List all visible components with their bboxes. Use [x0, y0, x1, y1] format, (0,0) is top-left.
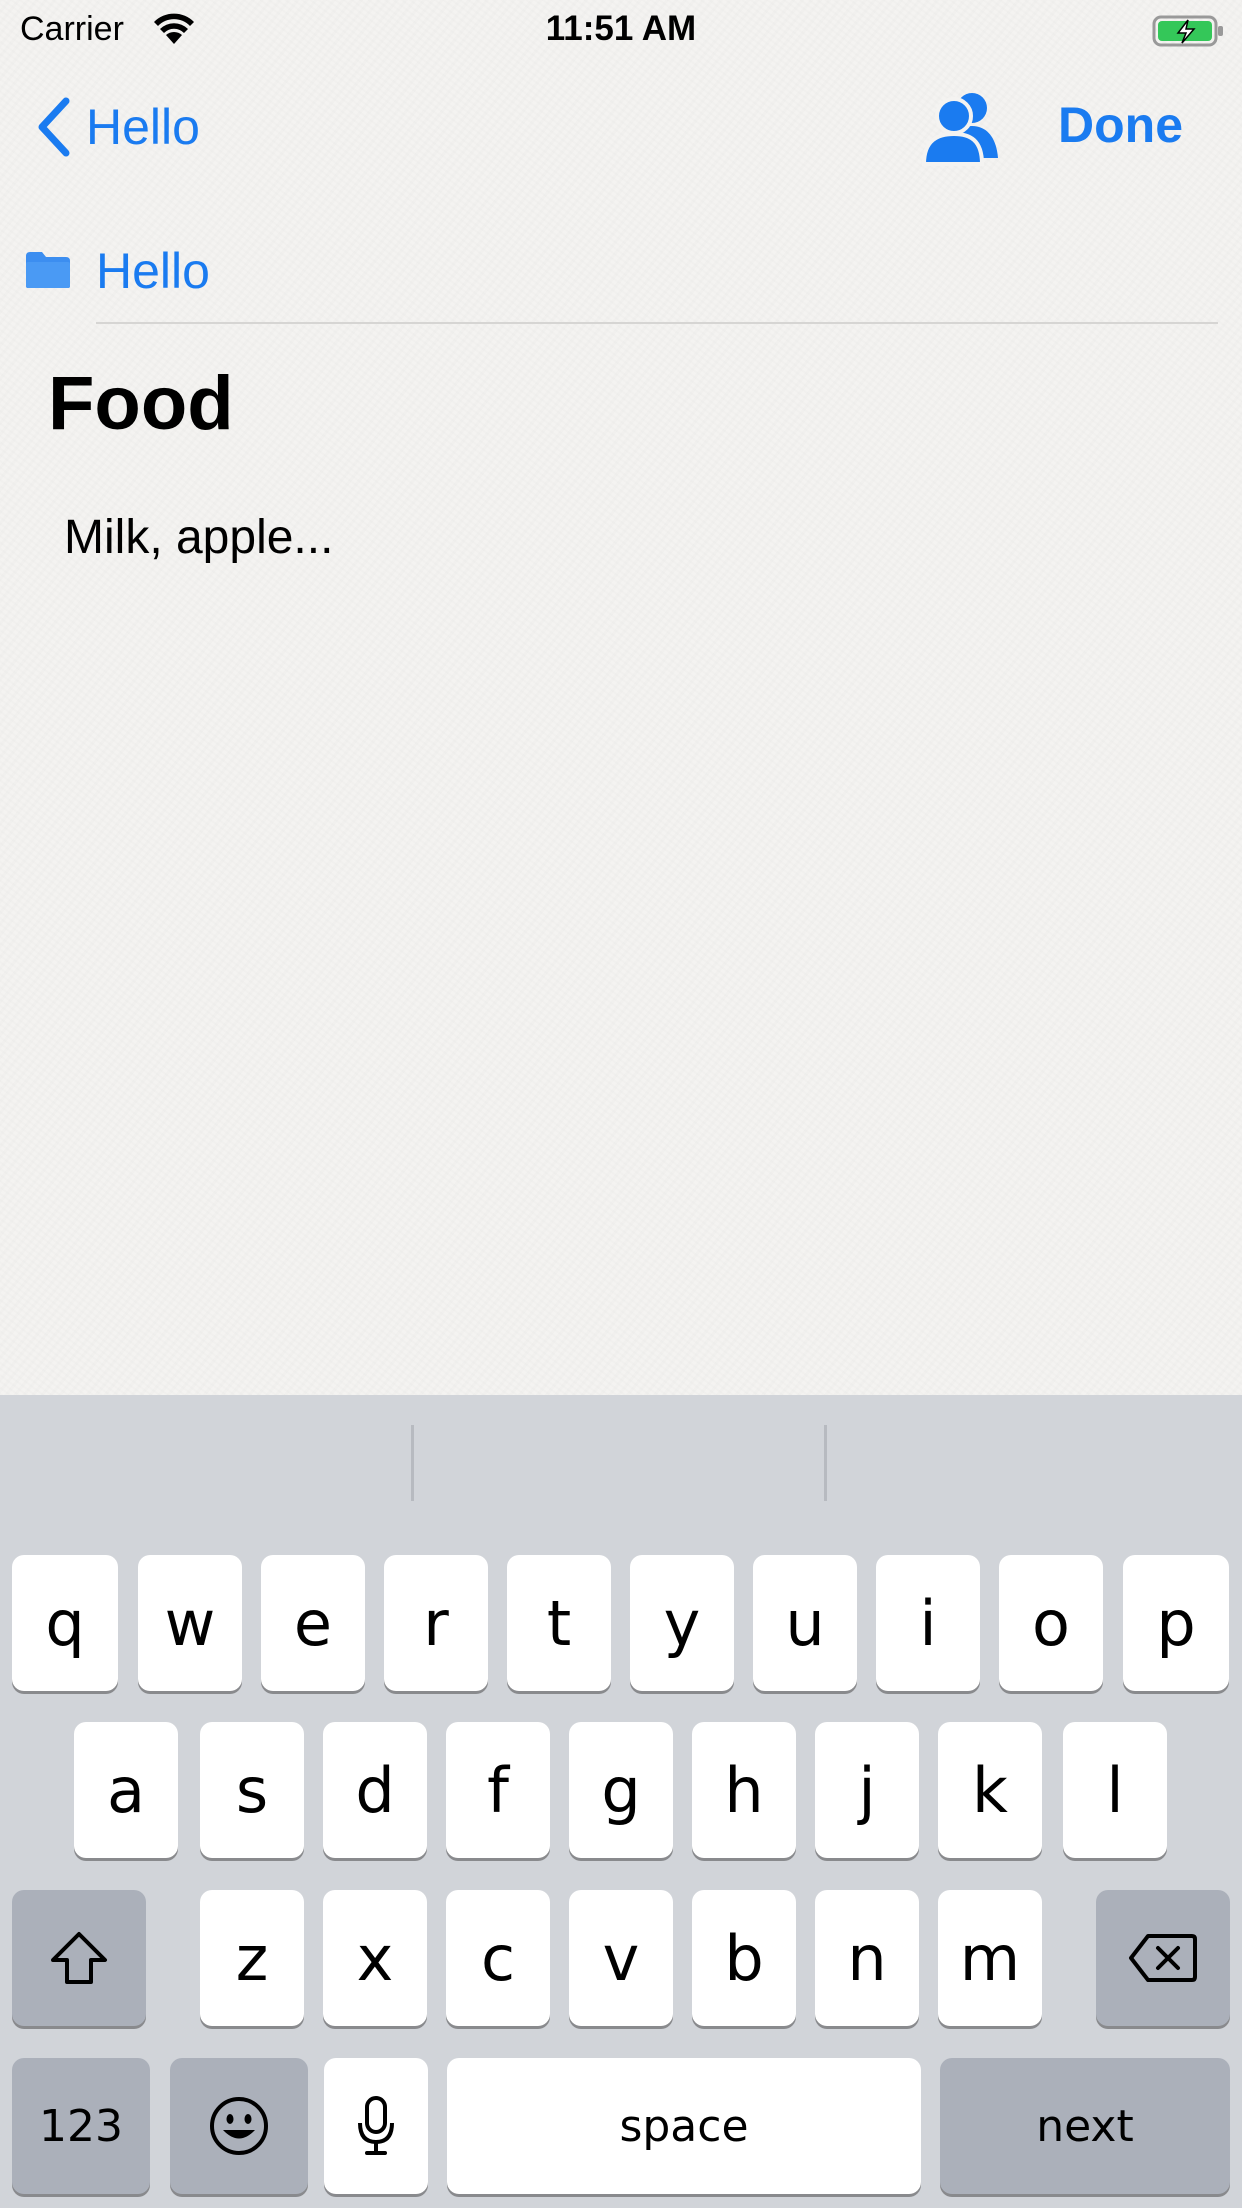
- key-r[interactable]: r: [384, 1555, 488, 1691]
- back-button[interactable]: Hello: [34, 92, 200, 162]
- key-n[interactable]: n: [815, 1890, 919, 2026]
- shift-key[interactable]: [12, 1890, 146, 2026]
- divider: [96, 322, 1218, 324]
- key-e[interactable]: e: [261, 1555, 365, 1691]
- note-body[interactable]: Milk, apple...: [64, 510, 333, 565]
- key-a[interactable]: a: [74, 1722, 178, 1858]
- key-h[interactable]: h: [692, 1722, 796, 1858]
- key-f[interactable]: f: [446, 1722, 550, 1858]
- key-l[interactable]: l: [1063, 1722, 1167, 1858]
- add-people-icon[interactable]: [920, 86, 1002, 166]
- key-v[interactable]: v: [569, 1890, 673, 2026]
- key-u[interactable]: u: [753, 1555, 857, 1691]
- key-t[interactable]: t: [507, 1555, 611, 1691]
- key-d[interactable]: d: [323, 1722, 427, 1858]
- key-g[interactable]: g: [569, 1722, 673, 1858]
- folder-link[interactable]: Hello: [96, 242, 210, 300]
- space-key[interactable]: space: [447, 2058, 921, 2194]
- key-x[interactable]: x: [323, 1890, 427, 2026]
- key-c[interactable]: c: [446, 1890, 550, 2026]
- key-b[interactable]: b: [692, 1890, 796, 2026]
- key-j[interactable]: j: [815, 1722, 919, 1858]
- shift-arrow-icon: [51, 1932, 107, 1984]
- key-w[interactable]: w: [138, 1555, 242, 1691]
- back-button-label: Hello: [86, 99, 200, 155]
- status-time: 11:51 AM: [545, 9, 697, 48]
- suggestion-divider: [824, 1425, 827, 1501]
- key-y[interactable]: y: [630, 1555, 734, 1691]
- key-z[interactable]: z: [200, 1890, 304, 2026]
- suggestion-divider: [411, 1425, 414, 1501]
- status-bar: Carrier 11:51 AM: [0, 0, 1242, 62]
- keyboard: q w e r t y u i o p a s d f g h j k l z …: [0, 1395, 1242, 2208]
- key-o[interactable]: o: [999, 1555, 1103, 1691]
- dictation-key[interactable]: [324, 2058, 428, 2194]
- delete-key[interactable]: [1096, 1890, 1230, 2026]
- backspace-icon: [1129, 1934, 1197, 1982]
- key-k[interactable]: k: [938, 1722, 1042, 1858]
- return-key[interactable]: next: [940, 2058, 1230, 2194]
- done-button[interactable]: Done: [1058, 96, 1183, 154]
- key-i[interactable]: i: [876, 1555, 980, 1691]
- folder-icon: [26, 252, 70, 288]
- chevron-left-icon: [38, 97, 70, 157]
- microphone-icon: [358, 2096, 394, 2155]
- key-p[interactable]: p: [1123, 1555, 1229, 1691]
- emoji-key[interactable]: [170, 2058, 308, 2194]
- battery-charging-icon: [1152, 15, 1223, 47]
- note-title[interactable]: Food: [48, 360, 234, 447]
- emoji-icon: [210, 2097, 268, 2155]
- key-s[interactable]: s: [200, 1722, 304, 1858]
- key-m[interactable]: m: [938, 1890, 1042, 2026]
- key-q[interactable]: q: [12, 1555, 118, 1691]
- numbers-key[interactable]: 123: [12, 2058, 150, 2194]
- note-background: [0, 0, 1242, 1395]
